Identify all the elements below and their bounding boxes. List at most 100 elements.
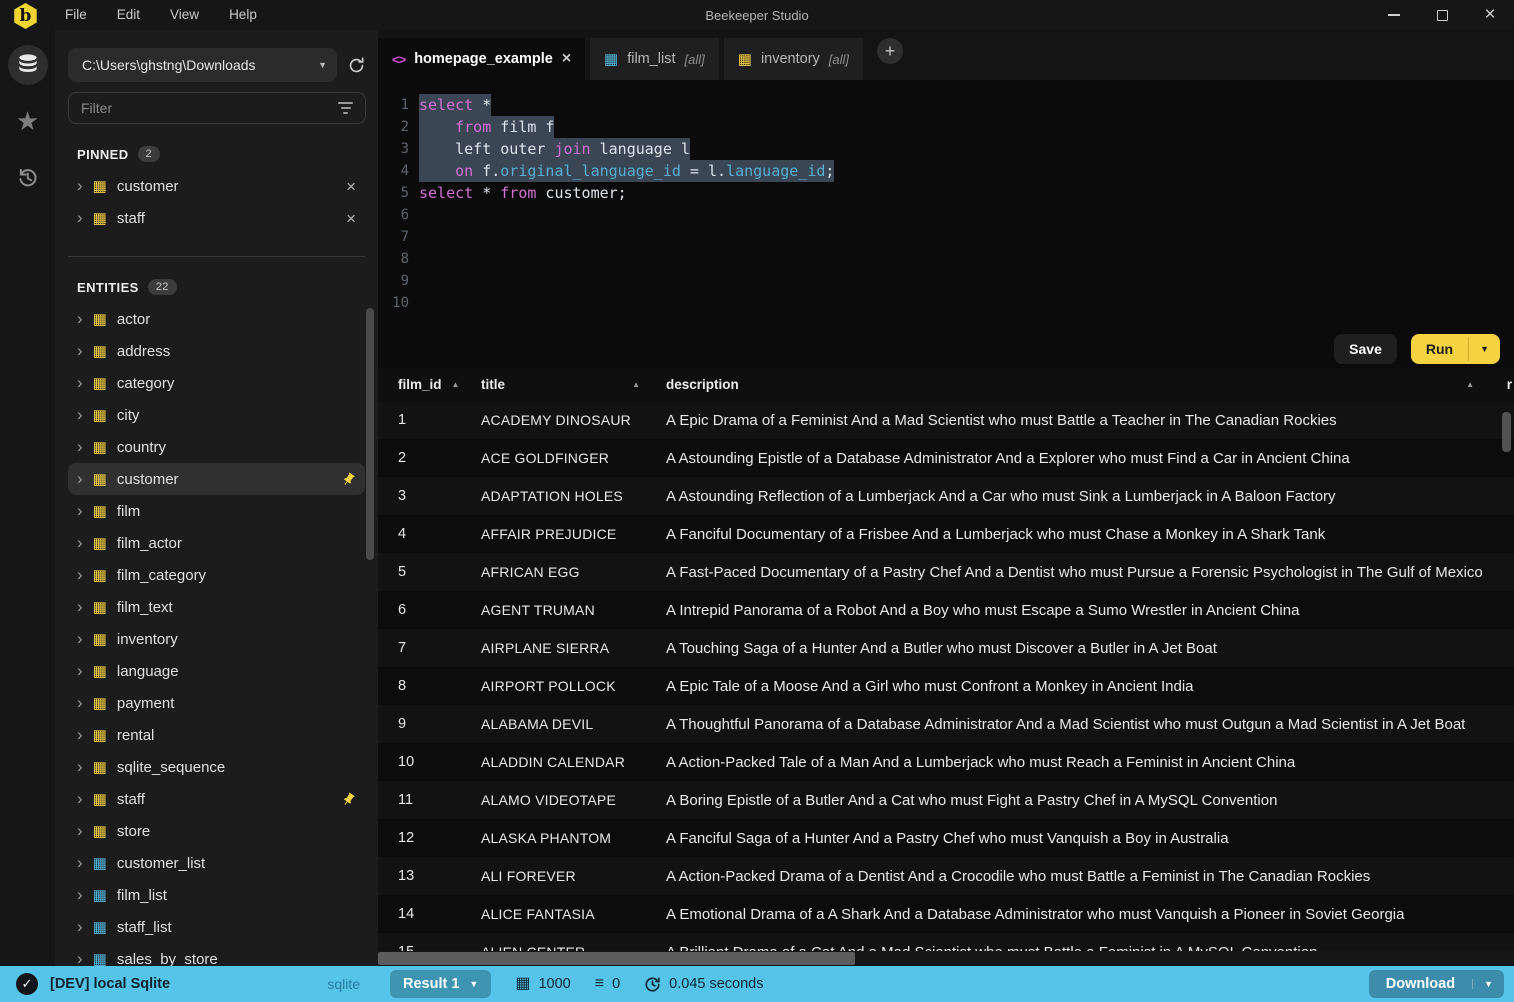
chevron-right-icon[interactable]: ›	[77, 470, 83, 487]
pin-icon[interactable]	[341, 792, 356, 807]
result-row-11[interactable]: 11 ALAMO VIDEOTAPE A Boring Epistle of a B…	[378, 781, 1514, 819]
download-options-caret[interactable]: ▼	[1472, 979, 1504, 989]
chevron-right-icon[interactable]: ›	[77, 822, 83, 839]
entity-item-sales_by_store[interactable]: › ▦ sales_by_store	[68, 943, 365, 967]
code-line-1[interactable]: 1 select *	[378, 94, 1514, 116]
entity-item-city[interactable]: › ▦ city	[68, 399, 365, 431]
entity-item-film_list[interactable]: › ▦ film_list	[68, 879, 365, 911]
entity-item-film_actor[interactable]: › ▦ film_actor	[68, 527, 365, 559]
code-line-9[interactable]: 9	[378, 270, 1514, 292]
result-row-8[interactable]: 8 AIRPORT POLLOCK A Epic Tale of a Moose A…	[378, 667, 1514, 705]
entity-item-film[interactable]: › ▦ film	[68, 495, 365, 527]
result-row-10[interactable]: 10 ALADDIN CALENDAR A Action-Packed Tale o…	[378, 743, 1514, 781]
entity-item-category[interactable]: › ▦ category	[68, 367, 365, 399]
result-row-9[interactable]: 9 ALABAMA DEVIL A Thoughtful Panorama of a…	[378, 705, 1514, 743]
close-button[interactable]: ×	[1466, 0, 1514, 30]
menu-edit[interactable]: Edit	[102, 0, 155, 30]
sidebar-scrollbar[interactable]	[366, 308, 374, 560]
filter-input[interactable]	[81, 100, 338, 116]
vertical-scrollbar-thumb[interactable]	[1502, 412, 1511, 452]
minimize-button[interactable]	[1370, 0, 1418, 30]
result-row-4[interactable]: 4 AFFAIR PREJUDICE A Fanciful Documentary …	[378, 515, 1514, 553]
entity-item-rental[interactable]: › ▦ rental	[68, 719, 365, 751]
chevron-right-icon[interactable]: ›	[77, 694, 83, 711]
menu-view[interactable]: View	[155, 0, 214, 30]
menu-help[interactable]: Help	[214, 0, 272, 30]
entity-item-staff[interactable]: › ▦ staff	[68, 783, 365, 815]
entity-item-film_text[interactable]: › ▦ film_text	[68, 591, 365, 623]
result-selector-button[interactable]: Result 1 ▼	[390, 970, 492, 998]
chevron-right-icon[interactable]: ›	[77, 726, 83, 743]
entity-item-film_category[interactable]: › ▦ film_category	[68, 559, 365, 591]
chevron-right-icon[interactable]: ›	[77, 374, 83, 391]
result-row-5[interactable]: 5 AFRICAN EGG A Fast-Paced Documentary of …	[378, 553, 1514, 591]
run-label[interactable]: Run	[1411, 334, 1468, 364]
code-line-6[interactable]: 6	[378, 204, 1514, 226]
chevron-right-icon[interactable]: ›	[77, 918, 83, 935]
history-panel-button[interactable]	[8, 157, 48, 197]
chevron-right-icon[interactable]: ›	[77, 886, 83, 903]
database-panel-button[interactable]	[7, 45, 48, 85]
download-button[interactable]: Download ▼	[1368, 970, 1504, 998]
result-row-14[interactable]: 14 ALICE FANTASIA A Emotional Drama of a A…	[378, 895, 1514, 933]
code-line-4[interactable]: 4 on f.original_language_id = l.language…	[378, 160, 1514, 182]
result-row-6[interactable]: 6 AGENT TRUMAN A Intrepid Panorama of a Ro…	[378, 591, 1514, 629]
horizontal-scrollbar[interactable]	[378, 951, 1514, 966]
chevron-right-icon[interactable]: ›	[77, 950, 83, 967]
entity-item-address[interactable]: › ▦ address	[68, 335, 365, 367]
new-tab-button[interactable]: +	[877, 38, 904, 64]
pinned-item-customer[interactable]: › ▦ customer ×	[68, 170, 365, 202]
result-row-2[interactable]: 2 ACE GOLDFINGER A Astounding Epistle of a…	[378, 439, 1514, 477]
code-line-5[interactable]: 5 select * from customer;	[378, 182, 1514, 204]
connection-select[interactable]: C:\Users\ghstng\Downloads ▼	[68, 48, 337, 82]
chevron-right-icon[interactable]: ›	[77, 758, 83, 775]
run-button[interactable]: Run ▼	[1410, 334, 1500, 364]
entity-item-sqlite_sequence[interactable]: › ▦ sqlite_sequence	[68, 751, 365, 783]
entity-item-staff_list[interactable]: › ▦ staff_list	[68, 911, 365, 943]
entity-item-store[interactable]: › ▦ store	[68, 815, 365, 847]
entity-item-language[interactable]: › ▦ language	[68, 655, 365, 687]
chevron-right-icon[interactable]: ›	[77, 662, 83, 679]
result-row-13[interactable]: 13 ALI FOREVER A Action-Packed Drama of a …	[378, 857, 1514, 895]
chevron-right-icon[interactable]: ›	[77, 790, 83, 807]
code-line-8[interactable]: 8	[378, 248, 1514, 270]
chevron-right-icon[interactable]: ›	[77, 342, 83, 359]
unpin-close-icon[interactable]: ×	[346, 210, 356, 227]
tab-close-icon[interactable]: ×	[562, 50, 571, 68]
sql-editor[interactable]: 1 select * 2 from film f3 left outer join …	[378, 80, 1514, 330]
chevron-right-icon[interactable]: ›	[77, 534, 83, 551]
code-line-10[interactable]: 10	[378, 292, 1514, 314]
run-options-caret[interactable]: ▼	[1468, 337, 1500, 361]
result-row-3[interactable]: 3 ADAPTATION HOLES A Astounding Reflection…	[378, 477, 1514, 515]
entity-item-actor[interactable]: › ▦ actor	[68, 303, 365, 335]
chevron-right-icon[interactable]: ›	[77, 438, 83, 455]
chevron-right-icon[interactable]: ›	[77, 566, 83, 583]
result-row-7[interactable]: 7 AIRPLANE SIERRA A Touching Saga of a Hun…	[378, 629, 1514, 667]
maximize-button[interactable]	[1418, 0, 1466, 30]
result-row-12[interactable]: 12 ALASKA PHANTOM A Fanciful Saga of a Hun…	[378, 819, 1514, 857]
tab-film_list[interactable]: ▦ film_list [all]	[590, 38, 719, 80]
entity-item-country[interactable]: › ▦ country	[68, 431, 365, 463]
chevron-right-icon[interactable]: ›	[77, 177, 83, 194]
column-header-film-id[interactable]: film_id ▲	[398, 377, 481, 392]
chevron-right-icon[interactable]: ›	[77, 502, 83, 519]
chevron-right-icon[interactable]: ›	[77, 310, 83, 327]
chevron-right-icon[interactable]: ›	[77, 406, 83, 423]
code-line-3[interactable]: 3 left outer join language l	[378, 138, 1514, 160]
unpin-close-icon[interactable]: ×	[346, 178, 356, 195]
column-header-description[interactable]: description	[666, 377, 1514, 392]
result-row-1[interactable]: 1 ACADEMY DINOSAUR A Epic Drama of a Femin…	[378, 401, 1514, 439]
pinned-item-staff[interactable]: › ▦ staff ×	[68, 202, 365, 234]
entity-item-customer_list[interactable]: › ▦ customer_list	[68, 847, 365, 879]
pin-icon[interactable]	[341, 472, 356, 487]
entity-item-payment[interactable]: › ▦ payment	[68, 687, 365, 719]
tab-homepage_example[interactable]: <> homepage_example ×	[378, 38, 585, 80]
refresh-button[interactable]	[347, 56, 366, 75]
horizontal-scrollbar-thumb[interactable]	[378, 952, 855, 965]
tab-inventory[interactable]: ▦ inventory [all]	[723, 38, 864, 80]
entity-item-customer[interactable]: › ▦ customer	[68, 463, 365, 495]
column-header-title[interactable]: title ▲	[481, 377, 666, 392]
save-button[interactable]: Save	[1334, 334, 1397, 364]
favorites-panel-button[interactable]: ★	[8, 101, 48, 141]
code-line-2[interactable]: 2 from film f	[378, 116, 1514, 138]
